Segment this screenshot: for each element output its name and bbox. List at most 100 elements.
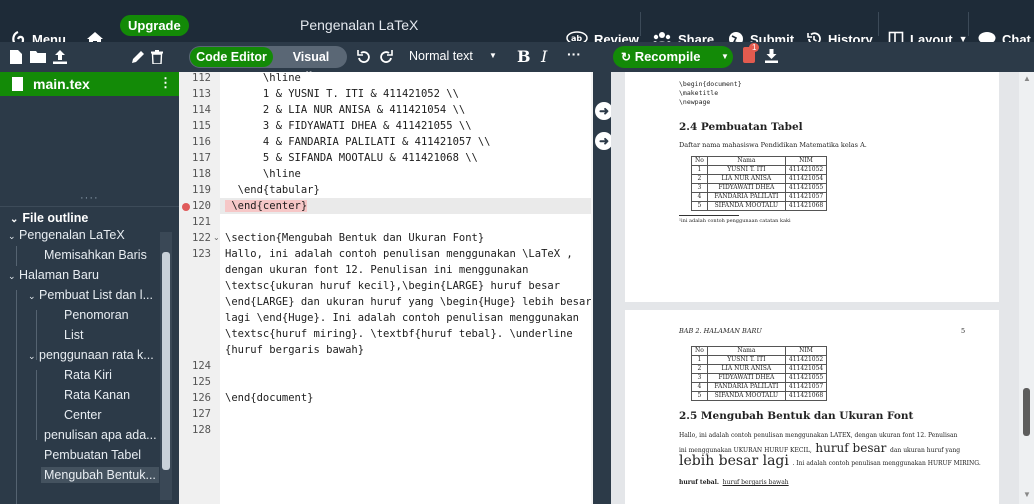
divider	[878, 12, 879, 36]
editor-mode-toggle[interactable]: Code Editor Visual Editor	[189, 46, 347, 84]
code-line: 1 & YUSNI T. ITI & 411421052 \\	[225, 88, 459, 100]
more-options-button[interactable]: ···	[567, 46, 581, 62]
chevron-down-icon: ⌄	[28, 291, 36, 301]
undo-icon[interactable]	[357, 50, 371, 64]
table-row: 1 YUSNI T. ITI 411421052	[691, 355, 828, 365]
outline-item[interactable]: Rata Kiri	[64, 368, 112, 382]
fold-chevron-icon[interactable]: ⌄	[213, 233, 220, 242]
code-line: 4 & FANDARIA PALILATI & 411421057 \\	[225, 136, 491, 148]
resize-handle[interactable]: ····	[80, 192, 99, 204]
bold-button[interactable]: B	[517, 47, 531, 66]
code-line: dengan ukuran font 12. Penulisan ini men…	[225, 264, 529, 276]
verbatim-line: \newpage	[679, 98, 711, 106]
outline-item[interactable]: Center	[64, 408, 102, 422]
file-tree-item-main-tex[interactable]: main.tex ⋮	[0, 72, 179, 96]
divider	[968, 12, 969, 36]
verbatim-line: \maketitle	[679, 89, 719, 97]
code-editor[interactable]: 112 113 114 115 116 117 118 119 120 121 …	[179, 72, 603, 504]
tree-guide	[16, 290, 17, 504]
file-outline-list: ⌄ Pengenalan LaTeX Memisahkan Baris ⌄ Ha…	[0, 228, 160, 504]
visual-editor-tab[interactable]: Visual Editor	[275, 47, 347, 84]
line-number: 115	[192, 120, 211, 132]
line-number: 112	[192, 72, 211, 84]
refresh-icon: ↻	[621, 50, 632, 64]
text-style-select[interactable]: Normal text	[409, 49, 473, 63]
kebab-menu-icon[interactable]: ⋮	[159, 75, 172, 91]
outline-item-active[interactable]: Mengubah Bentuk...	[41, 467, 159, 483]
chevron-down-icon: ⌄	[8, 271, 16, 281]
line-number: 125	[192, 376, 211, 388]
outline-item[interactable]: ⌄ Pengenalan LaTeX	[8, 228, 125, 242]
line-number: 124	[192, 360, 211, 372]
pdf-page: \begin{document} \maketitle \newpage 2.4…	[625, 72, 999, 302]
outline-item[interactable]: ⌄ penggunaan rata k...	[28, 348, 154, 362]
tree-guide	[16, 246, 17, 266]
line-number: 117	[192, 152, 211, 164]
caret-down-icon[interactable]: ▼	[721, 46, 729, 68]
download-icon[interactable]	[765, 49, 778, 63]
code-line: \textsc{ukuran huruf kecil},\begin{LARGE…	[225, 280, 561, 292]
divider	[640, 12, 641, 36]
data-table: No Nama NIM 1 YUSNI T. ITI 411421052 2 LIA …	[691, 156, 828, 211]
recompile-button[interactable]: ↻ Recompile ▼	[613, 46, 733, 68]
scroll-up-icon[interactable]: ▲	[1023, 74, 1031, 83]
data-table: No Nama NIM 1 YUSNI T. ITI 411421052 2 LIA …	[691, 346, 828, 401]
table-row: 3 FIDYAWATI DHEA 411421055	[691, 373, 828, 383]
code-line: 2 & LIA NUR ANISA & 411421054 \\	[225, 104, 466, 116]
delete-icon[interactable]	[151, 50, 163, 64]
outline-item[interactable]: Memisahkan Baris	[44, 248, 147, 262]
file-name: main.tex	[33, 76, 90, 92]
code-line: \section{Mengubah Bentuk dan Ukuran Font…	[225, 232, 485, 244]
table-row: 2 LIA NUR ANISA 411421054	[691, 364, 828, 374]
table-row: 5 SIFANDA MOOTALU 411421068	[691, 201, 828, 211]
outline-item[interactable]: Rata Kanan	[64, 388, 130, 402]
code-line: 5 & SIFANDA MOOTALU & 411421068 \\	[225, 152, 478, 164]
outline-scrollbar[interactable]	[160, 232, 172, 500]
file-icon	[12, 77, 23, 91]
recompile-label: Recompile	[634, 49, 701, 64]
new-file-icon[interactable]	[10, 50, 22, 64]
upgrade-button[interactable]: Upgrade	[120, 15, 189, 36]
paragraph-text: Hallo, ini adalah contoh penulisan mengg…	[679, 432, 958, 439]
upload-icon[interactable]	[53, 50, 67, 64]
code-line: Hallo, ini adalah contoh penulisan mengg…	[225, 248, 573, 260]
italic-button[interactable]: I	[541, 47, 547, 66]
scrollbar-thumb[interactable]	[1023, 388, 1030, 436]
outline-item[interactable]: penulisan apa ada...	[44, 428, 157, 442]
pdf-preview[interactable]: \begin{document} \maketitle \newpage 2.4…	[611, 72, 1034, 504]
code-line: \end{LARGE} dan ukuran huruf yang \begin…	[225, 296, 592, 308]
file-outline-header[interactable]: ⌄ File outline	[0, 206, 179, 228]
file-tree-toolbar	[0, 42, 179, 72]
table-cell: No	[691, 156, 708, 166]
code-editor-tab[interactable]: Code Editor	[190, 47, 273, 67]
chevron-down-icon: ⌄	[28, 351, 36, 361]
outline-item[interactable]: Penomoran	[64, 308, 129, 322]
paragraph-line: lebih besar lagi . Ini adalah contoh pen…	[679, 453, 981, 469]
table-header-row: No Nama NIM	[691, 156, 828, 166]
scroll-down-icon[interactable]: ▼	[1023, 490, 1031, 499]
paragraph-text: Daftar nama mahasiswa Pendidikan Matemat…	[679, 141, 867, 149]
outline-item[interactable]: ⌄ Halaman Baru	[8, 268, 99, 282]
new-folder-icon[interactable]	[30, 50, 46, 63]
redo-icon[interactable]	[379, 50, 393, 64]
outline-item[interactable]: List	[64, 328, 83, 342]
chevron-down-icon: ⌄	[8, 231, 16, 241]
caret-down-icon[interactable]: ▼	[489, 51, 497, 60]
line-number: 116	[192, 136, 211, 148]
line-number: 128	[192, 424, 211, 436]
scrollbar-thumb[interactable]	[162, 252, 170, 470]
logs-icon[interactable]: 1	[743, 43, 760, 63]
rename-icon[interactable]	[131, 50, 145, 64]
code-line: lagi \end{Huge}. Ini adalah contoh penul…	[225, 312, 580, 324]
section-heading: 2.5 Mengubah Bentuk dan Ukuran Font	[679, 410, 914, 422]
outline-item[interactable]: ⌄ Pembuat List dan l...	[28, 288, 153, 302]
project-title[interactable]: Pengenalan LaTeX	[300, 17, 418, 33]
outline-item[interactable]: Pembuatan Tabel	[44, 448, 141, 462]
code-line-error: \end{center}	[225, 200, 308, 212]
pdf-page: BAB 2. HALAMAN BARU 5 No Nama NIM 1 YUSNI…	[625, 310, 999, 504]
line-number: 120	[192, 200, 211, 212]
page-number: 5	[961, 327, 966, 335]
line-number: 114	[192, 104, 211, 116]
section-heading: 2.4 Pembuatan Tabel	[679, 121, 803, 133]
preview-scrollbar[interactable]: ▲ ▼	[1019, 72, 1034, 504]
